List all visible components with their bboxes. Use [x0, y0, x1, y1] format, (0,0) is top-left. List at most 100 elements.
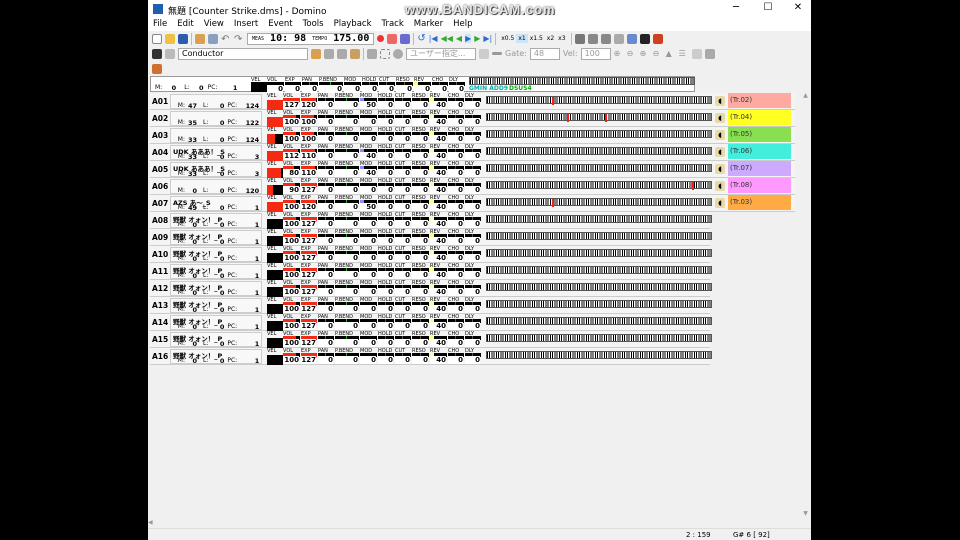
control-cho[interactable]: CHO 0 [448, 314, 465, 331]
select-icon[interactable] [380, 48, 390, 59]
control-vol[interactable]: VOL 0 [267, 77, 285, 94]
control-exp[interactable]: EXP 127 [301, 331, 318, 348]
speaker-icon[interactable]: ◖ [715, 180, 725, 191]
track-row[interactable]: A01 M: 47 L: 0 PC: 124 VEL VOL 127 EXP 120 PAN 0 P.… [150, 93, 795, 110]
control-exp[interactable]: EXP 127 [301, 314, 318, 331]
control-hold[interactable]: HOLD 0 [378, 280, 395, 297]
piano-roll[interactable] [486, 249, 712, 257]
control-hold[interactable]: HOLD 0 [378, 144, 395, 161]
pause-record-icon[interactable] [387, 33, 398, 44]
gate-input[interactable]: 48 [529, 47, 560, 60]
piano-roll[interactable] [486, 232, 712, 240]
forward-icon[interactable]: ▶ [474, 34, 480, 43]
control-cho[interactable]: CHO 0 [448, 348, 465, 365]
track-tag[interactable]: ◖ (Tr.06) [715, 144, 791, 159]
track-eject-icon[interactable] [165, 48, 175, 59]
menu-marker[interactable]: Marker [409, 18, 448, 31]
open-folder-icon[interactable] [165, 33, 175, 44]
track-row[interactable]: A07 AZS あ～_S M: 49 L: 0 PC: 1 VEL VOL 100 EXP 12… [150, 195, 795, 212]
vel-input[interactable]: 100 [580, 47, 611, 60]
control-vol[interactable]: VOL 100 [283, 297, 301, 314]
track-tag[interactable]: ◖ (Tr.04) [715, 110, 791, 125]
piano-roll[interactable] [486, 300, 712, 308]
control-cho[interactable]: CHO 0 [432, 77, 449, 94]
control-pan[interactable]: PAN 0 [318, 314, 335, 331]
back-icon[interactable]: ◀ [456, 34, 462, 43]
eraser-icon[interactable] [393, 48, 403, 59]
control-vol[interactable]: VOL 100 [283, 314, 301, 331]
track-row[interactable]: A14 野獣 オォン！_P M: 0 L: 0 PC: 1 VEL VOL 100 EXP 12… [150, 314, 712, 331]
control-hold[interactable]: HOLD 0 [378, 263, 395, 280]
control-cut[interactable]: CUT 0 [395, 161, 412, 178]
settings-tool-icon[interactable] [652, 33, 663, 44]
dash-icon[interactable] [492, 52, 502, 55]
control-mod[interactable]: MOD 0 [360, 110, 378, 127]
control-mod[interactable]: MOD 0 [360, 297, 378, 314]
control-mod[interactable]: MOD 0 [360, 212, 378, 229]
control-exp[interactable]: EXP 127 [301, 246, 318, 263]
control-rev[interactable]: REV 40 [430, 144, 448, 161]
play-icon[interactable]: ▶ [465, 34, 472, 43]
tool1-icon[interactable] [324, 48, 334, 59]
control-mod[interactable]: MOD 0 [360, 127, 378, 144]
chord-roll[interactable] [469, 77, 695, 85]
control-dly[interactable]: DLY 0 [465, 229, 482, 246]
control-cho[interactable]: CHO 0 [448, 263, 465, 280]
control-hold[interactable]: HOLD 0 [378, 195, 395, 212]
control-vol[interactable]: VOL 90 [283, 178, 301, 195]
control-rev[interactable]: REV 40 [430, 348, 448, 365]
control-cut[interactable]: CUT 0 [379, 77, 396, 94]
properties-icon[interactable] [195, 33, 205, 44]
control-mod[interactable]: MOD 0 [360, 229, 378, 246]
control-hold[interactable]: HOLD 0 [378, 110, 395, 127]
control-pbend[interactable]: P.BEND 0 [335, 297, 360, 314]
control-pbend[interactable]: P.BEND 0 [335, 331, 360, 348]
control-exp[interactable]: EXP 127 [301, 229, 318, 246]
end-icon[interactable]: ▶| [483, 34, 492, 43]
control-cho[interactable]: CHO 0 [448, 110, 465, 127]
control-vol[interactable]: VOL 100 [283, 212, 301, 229]
control-reso[interactable]: RESO 0 [412, 229, 430, 246]
control-cut[interactable]: CUT 0 [395, 331, 412, 348]
control-rev[interactable]: REV 40 [430, 263, 448, 280]
control-vol[interactable]: VOL 112 [283, 144, 301, 161]
control-reso[interactable]: RESO 0 [412, 195, 430, 212]
control-rev[interactable]: REV 40 [430, 331, 448, 348]
control-cho[interactable]: CHO 0 [448, 280, 465, 297]
control-rev[interactable]: REV 40 [430, 161, 448, 178]
control-cut[interactable]: CUT 0 [395, 263, 412, 280]
zoom-in-icon[interactable]: ⊕ [614, 49, 624, 59]
control-pan[interactable]: PAN 0 [318, 110, 335, 127]
control-reso[interactable]: RESO 0 [412, 144, 430, 161]
track-tag[interactable]: ◖ (Tr.08) [715, 178, 791, 193]
track-row[interactable]: A10 野獣 オォン！_P M: 0 L: 0 PC: 1 VEL VOL 100 EXP 12… [150, 246, 712, 263]
control-pan[interactable]: PAN 0 [318, 297, 335, 314]
speaker-icon[interactable]: ◖ [715, 112, 725, 123]
control-dly[interactable]: DLY 0 [465, 93, 482, 110]
control-hold[interactable]: HOLD 0 [378, 127, 395, 144]
control-cho[interactable]: CHO 0 [448, 178, 465, 195]
menu-tools[interactable]: Tools [298, 18, 329, 31]
control-vol[interactable]: VOL 100 [283, 246, 301, 263]
track-row[interactable]: A06 M: 0 L: 0 PC: 120 VEL VOL 90 EXP 127 PAN 0 P.BE… [150, 178, 795, 195]
speaker-icon[interactable]: ◖ [715, 129, 725, 140]
control-rev[interactable]: REV 40 [430, 212, 448, 229]
speed-x1[interactable]: x1 [516, 34, 528, 43]
control-dly[interactable]: DLY 0 [465, 178, 482, 195]
control-hold[interactable]: HOLD 0 [362, 77, 379, 94]
control-pan[interactable]: PAN 0 [318, 127, 335, 144]
control-rev[interactable]: REV 0 [414, 77, 432, 94]
record-icon[interactable] [377, 35, 385, 42]
menu-file[interactable]: File [148, 18, 172, 31]
control-mod[interactable]: MOD 0 [360, 246, 378, 263]
control-mod[interactable]: MOD 40 [360, 144, 378, 161]
control-mod[interactable]: MOD 40 [360, 161, 378, 178]
menu-event[interactable]: Event [263, 18, 297, 31]
control-cut[interactable]: CUT 0 [395, 229, 412, 246]
control-pan[interactable]: PAN 0 [318, 161, 335, 178]
control-exp[interactable]: EXP 120 [301, 195, 318, 212]
control-vol[interactable]: VOL 100 [283, 331, 301, 348]
vzoom-in-icon[interactable]: ⊕ [640, 49, 650, 59]
control-pbend[interactable]: P.BEND 0 [335, 161, 360, 178]
control-pan[interactable]: PAN 0 [318, 280, 335, 297]
